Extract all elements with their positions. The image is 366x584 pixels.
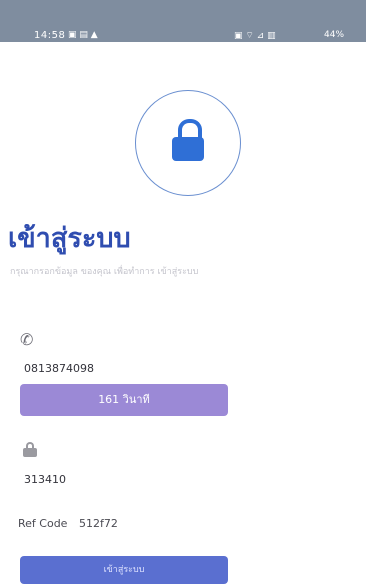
password-lock-icon — [23, 442, 37, 457]
status-left-icons: ▣ ▤ ▲ — [68, 30, 98, 40]
otp-input-value: 313410 — [24, 473, 66, 486]
login-button[interactable]: เข้าสู่ระบบ — [20, 556, 228, 584]
otp-countdown-button[interactable]: 161 วินาที — [20, 384, 228, 416]
otp-input[interactable]: 313410 — [20, 466, 200, 490]
phone-icon: ✆ — [20, 330, 34, 349]
battery-level: 44% — [324, 30, 345, 40]
page-title: เข้าสู่ระบบ — [8, 223, 131, 254]
status-right-icons: ▣ ⌔ ⊿ ▥ — [234, 31, 276, 41]
lock-icon-body — [172, 137, 204, 161]
page-subtitle: กรุณากรอกข้อมูล ของคุณ เพื่อทำการ เข้าสู… — [10, 267, 199, 277]
status-bar: 14:58 ▣ ▤ ▲ ▣ ⌔ ⊿ ▥ 44% — [0, 0, 366, 42]
lock-icon-circle — [135, 90, 241, 196]
status-time: 14:58 — [34, 30, 66, 41]
ref-code-value: 512f72 — [78, 517, 118, 530]
ref-code: Ref Code 512f72 — [18, 517, 126, 530]
ref-code-label: Ref Code — [18, 517, 68, 530]
phone-number-field[interactable]: 0813874098 — [24, 362, 94, 375]
